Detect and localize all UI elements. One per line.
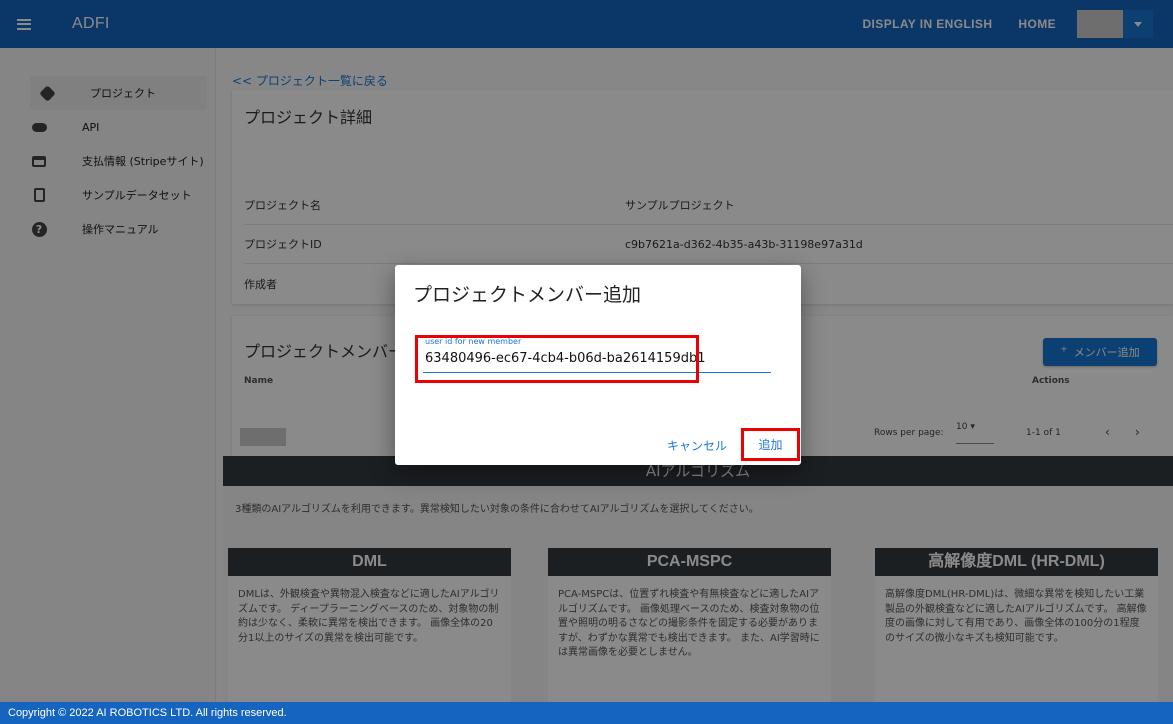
highlight-box-input xyxy=(415,335,699,383)
add-button-label: 追加 xyxy=(758,438,783,452)
footer: Copyright © 2022 AI ROBOTICS LTD. All ri… xyxy=(0,702,1173,724)
cancel-button[interactable]: キャンセル xyxy=(667,437,727,454)
add-button[interactable]: 追加 xyxy=(741,428,800,461)
dialog-title: プロジェクトメンバー追加 xyxy=(413,284,642,306)
add-member-dialog: プロジェクトメンバー追加 user id for new member キャンセ… xyxy=(395,265,801,465)
